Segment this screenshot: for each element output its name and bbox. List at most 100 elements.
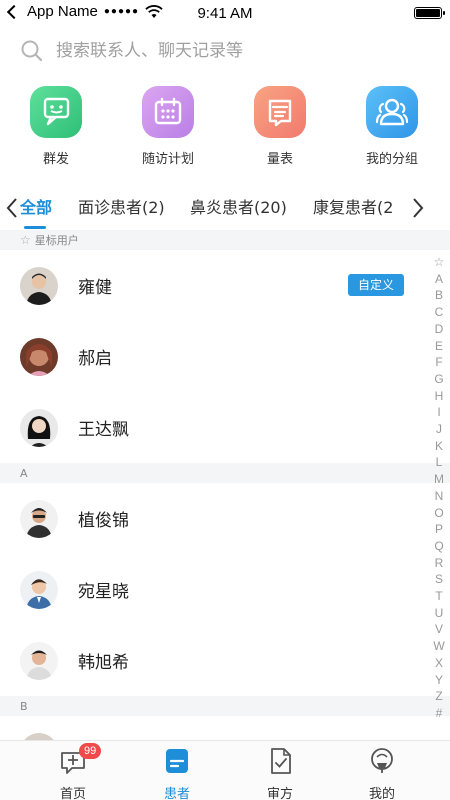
list-item[interactable] (0, 716, 450, 740)
index-letter[interactable]: F (435, 354, 442, 371)
section-header-b: B (0, 696, 450, 716)
search-bar[interactable] (20, 36, 430, 66)
avatar (20, 641, 58, 680)
quick-action-mass-message[interactable]: 群发 (1, 86, 111, 167)
quick-action-label: 群发 (42, 152, 69, 167)
tab-consultation[interactable]: 面诊患者(2) (78, 194, 165, 218)
active-tab-indicator (24, 226, 46, 229)
bottom-nav: 99 首页 患者 审方 我的 (0, 740, 450, 800)
quick-actions: 群发 随访计划 量表 我的分组 (0, 86, 450, 170)
contact-name: 韩旭希 (78, 653, 129, 673)
index-letter[interactable]: D (435, 321, 444, 338)
index-letter[interactable]: X (435, 655, 443, 672)
quick-action-my-groups[interactable]: 我的分组 (337, 86, 447, 167)
index-letter[interactable]: H (435, 388, 444, 405)
battery-icon (414, 7, 445, 19)
contact-name: 植俊锦 (78, 511, 129, 531)
custom-tag-button[interactable]: 自定义 (347, 274, 404, 296)
list-item[interactable]: 王达飘 (0, 392, 450, 463)
index-letter[interactable]: U (435, 605, 444, 622)
avatar (20, 408, 58, 447)
search-icon (21, 40, 43, 62)
index-letter[interactable]: ☆ (434, 254, 445, 271)
section-header-starred: ☆ 星标用户 (0, 230, 450, 250)
avatar (20, 266, 58, 305)
contact-name: 宛星晓 (78, 582, 129, 602)
index-letter[interactable]: Q (434, 538, 443, 555)
avatar (20, 732, 58, 740)
index-letter[interactable]: G (434, 371, 443, 388)
index-letter[interactable]: I (437, 404, 440, 421)
tab-all[interactable]: 全部 (20, 194, 52, 218)
status-bar: App Name ●●●●● 9:41 AM (0, 0, 450, 30)
index-letter[interactable]: P (435, 521, 443, 538)
section-title: 星标用户 (34, 234, 79, 247)
contact-name: 郝启 (78, 349, 112, 369)
alphabet-index[interactable]: ☆ A B C D E F G H I J K L M N O P Q R S T U V W X Y Z # (432, 254, 446, 722)
nav-patients[interactable]: 患者 (137, 747, 217, 800)
patient-tabs: 全部 面诊患者(2) 鼻炎患者(20) 康复患者(2 (0, 186, 450, 230)
quick-action-label: 随访计划 (141, 152, 194, 167)
scale-form-icon (254, 86, 306, 138)
index-letter[interactable]: W (433, 638, 444, 655)
section-title: B (20, 699, 28, 713)
star-icon: ☆ (20, 233, 31, 247)
nav-me[interactable]: 我的 (342, 747, 422, 800)
section-header-a: A (0, 463, 450, 483)
search-input[interactable] (56, 41, 416, 61)
index-letter[interactable]: V (435, 621, 443, 638)
index-letter[interactable]: A (435, 271, 443, 288)
index-letter[interactable]: Z (435, 688, 442, 705)
index-letter[interactable]: C (435, 304, 444, 321)
profile-icon (368, 747, 396, 775)
group-icon (366, 86, 418, 138)
tab-rehab[interactable]: 康复患者(2 (313, 194, 393, 218)
index-letter[interactable]: S (435, 571, 443, 588)
quick-action-label: 量表 (266, 152, 293, 167)
list-item[interactable]: 郝启 (0, 321, 450, 392)
contact-name: 王达飘 (78, 420, 129, 440)
index-letter[interactable]: R (435, 555, 444, 572)
index-letter[interactable]: K (435, 438, 443, 455)
tab-rhinitis[interactable]: 鼻炎患者(20) (190, 194, 287, 218)
contact-name: 雍健 (78, 278, 112, 298)
patient-list: ☆ 星标用户 雍健 自定义 郝启 王达飘 A 植俊锦 宛星晓 韩旭希 B (0, 230, 450, 740)
list-item[interactable]: 宛星晓 (0, 554, 450, 625)
index-letter[interactable]: E (435, 338, 443, 355)
chevron-right-icon[interactable] (410, 196, 426, 220)
list-item[interactable]: 韩旭希 (0, 625, 450, 696)
list-item[interactable]: 植俊锦 (0, 483, 450, 554)
avatar (20, 499, 58, 538)
nav-label: 审方 (266, 787, 293, 800)
avatar (20, 570, 58, 609)
nav-label: 患者 (163, 787, 190, 800)
unread-badge: 99 (79, 743, 102, 759)
index-letter[interactable]: O (434, 505, 443, 522)
home-chat-icon: 99 (59, 743, 102, 775)
quick-action-label: 我的分组 (365, 152, 418, 167)
quick-action-scale[interactable]: 量表 (225, 86, 335, 167)
section-title: A (20, 466, 28, 480)
nav-label: 首页 (59, 787, 86, 800)
index-letter[interactable]: J (436, 421, 442, 438)
prescription-icon (266, 747, 294, 775)
message-icon (30, 86, 82, 138)
tab-strip: 全部 面诊患者(2) 鼻炎患者(20) 康复患者(2 (20, 186, 402, 230)
chevron-left-icon[interactable] (4, 196, 20, 220)
list-item[interactable]: 雍健 自定义 (0, 250, 450, 321)
avatar (20, 337, 58, 376)
nav-home[interactable]: 99 首页 (33, 743, 113, 800)
index-letter[interactable]: N (435, 488, 444, 505)
calendar-icon (142, 86, 194, 138)
clock: 9:41 AM (197, 5, 253, 22)
index-letter[interactable]: L (436, 454, 443, 471)
index-letter[interactable]: M (434, 471, 444, 488)
index-letter[interactable]: # (436, 705, 443, 722)
index-letter[interactable]: B (435, 287, 443, 304)
nav-label: 我的 (368, 787, 395, 800)
index-letter[interactable]: T (435, 588, 442, 605)
quick-action-follow-up[interactable]: 随访计划 (113, 86, 223, 167)
index-letter[interactable]: Y (435, 672, 443, 689)
nav-prescription-review[interactable]: 审方 (240, 747, 320, 800)
patient-icon (163, 747, 191, 775)
